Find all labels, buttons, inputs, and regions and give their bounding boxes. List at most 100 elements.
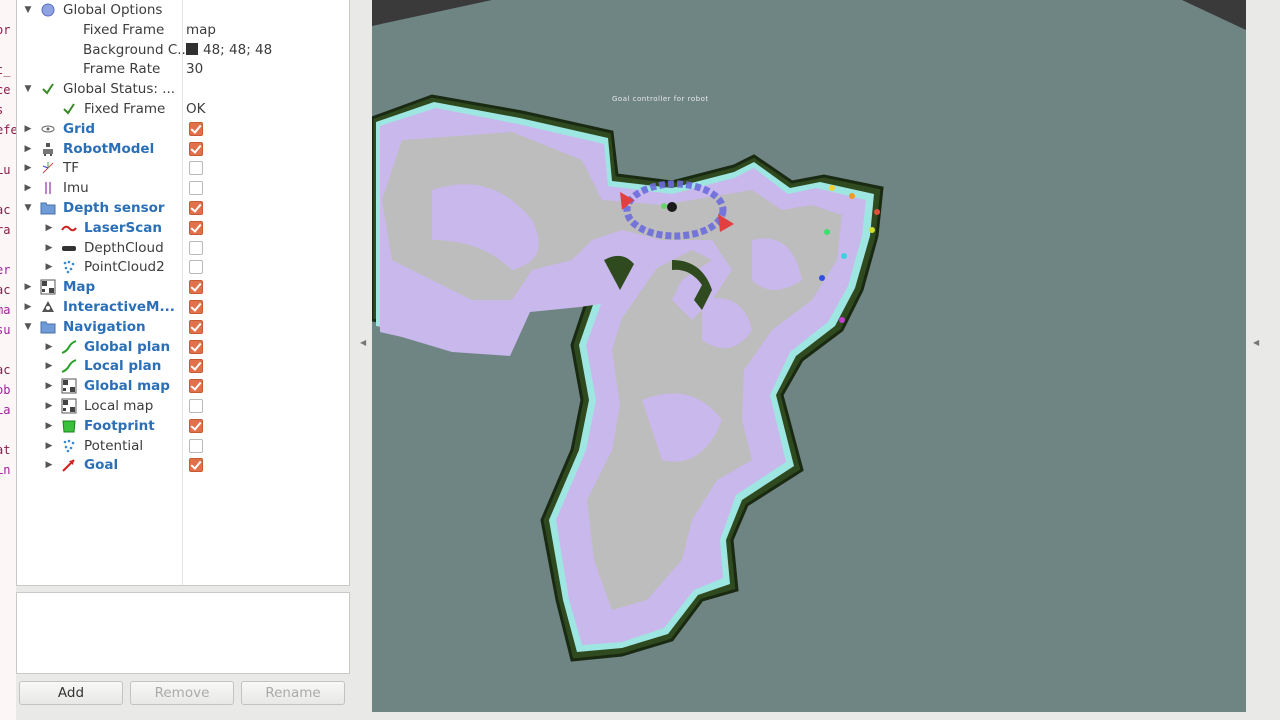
robot-model-icon	[40, 141, 56, 157]
tree-row-interactivem[interactable]: ▶ InteractiveM...	[17, 297, 349, 317]
tree-row-label: Global Status: ...	[63, 81, 176, 98]
tree-row-imu[interactable]: ▶ Imu	[17, 178, 349, 198]
rename-button[interactable]: Rename	[241, 681, 345, 705]
tree-row-grid[interactable]: ▶ Grid	[17, 119, 349, 139]
chevron-down-icon[interactable]: ▼	[23, 4, 33, 16]
chevron-right-icon[interactable]: ▶	[44, 242, 54, 254]
3d-render-view[interactable]: Goal controller for robot	[372, 0, 1246, 712]
enable-checkbox[interactable]	[189, 359, 203, 374]
tree-row-footprint[interactable]: ▶ Footprint	[17, 416, 349, 436]
terminal-line: at	[0, 443, 11, 457]
tree-row-global-map[interactable]: ▶ Global map	[17, 376, 349, 396]
chevron-right-icon[interactable]: ▶	[44, 261, 54, 273]
enable-checkbox[interactable]	[189, 319, 203, 334]
chevron-right-icon[interactable]: ▶	[23, 123, 33, 135]
interactive-marker-icon	[40, 299, 56, 315]
enable-checkbox[interactable]	[189, 121, 203, 136]
chevron-right-icon[interactable]: ▶	[23, 301, 33, 313]
right-panel-splitter[interactable]: ◀	[1246, 0, 1280, 720]
tree-row-global-options[interactable]: ▼ Global Options	[17, 0, 349, 20]
tree-row-label: Global map	[84, 378, 170, 395]
tree-row-pointcloud2[interactable]: ▶ PointCloud2	[17, 257, 349, 277]
tree-row-robotmodel[interactable]: ▶ RobotModel	[17, 139, 349, 159]
property-value[interactable]: 30	[186, 59, 203, 79]
terminal-line: ac	[0, 363, 11, 377]
enable-checkbox[interactable]	[189, 339, 203, 354]
chevron-right-icon[interactable]: ▶	[44, 440, 54, 452]
tree-row-frame-rate[interactable]: Frame Rate 30	[17, 59, 349, 79]
tree-row-label: Local map	[84, 398, 154, 414]
enable-checkbox[interactable]	[189, 300, 203, 314]
property-value[interactable]: map	[186, 20, 216, 40]
tree-row-local-plan[interactable]: ▶ Local plan	[17, 356, 349, 376]
property-value-text: 30	[186, 61, 204, 78]
path-icon	[61, 358, 77, 374]
enable-checkbox[interactable]	[189, 438, 203, 453]
tree-row-local-map[interactable]: ▶ Local map	[17, 396, 349, 416]
goal-arrow-icon	[61, 457, 77, 473]
tree-row-fixed-frame[interactable]: Fixed Frame map	[17, 20, 349, 40]
enable-checkbox[interactable]	[189, 141, 203, 156]
tree-row-depth-sensor[interactable]: ▼ Depth sensor	[17, 198, 349, 218]
chevron-right-icon[interactable]: ▶	[23, 182, 33, 194]
chevron-down-icon[interactable]: ▼	[23, 202, 33, 214]
expand-right-icon[interactable]: ◀	[1253, 338, 1259, 347]
enable-checkbox[interactable]	[189, 458, 203, 473]
enable-checkbox[interactable]	[189, 418, 203, 433]
property-value[interactable]: OK	[186, 99, 205, 119]
tree-row-goal[interactable]: ▶ Goal	[17, 455, 349, 475]
terminal-strip: or t_ce s efe Lu ac ra er ac ma su ac ob La at Ln	[0, 0, 16, 720]
enable-checkbox[interactable]	[189, 181, 203, 196]
enable-checkbox[interactable]	[189, 201, 203, 215]
enable-checkbox[interactable]	[189, 220, 203, 235]
panel-splitter[interactable]: ◀	[352, 0, 372, 712]
chevron-down-icon[interactable]: ▼	[23, 321, 33, 333]
pointcloud-icon	[61, 259, 77, 275]
enable-checkbox[interactable]	[189, 280, 203, 295]
tree-row-background-c[interactable]: Background C... 48; 48; 48	[17, 40, 349, 60]
chevron-right-icon[interactable]: ▶	[44, 459, 54, 471]
property-value[interactable]: 48; 48; 48	[186, 40, 272, 60]
tree-row-laserscan[interactable]: ▶ LaserScan	[17, 218, 349, 238]
tree-row-fixed-frame[interactable]: Fixed Frame OK	[17, 99, 349, 119]
enable-checkbox[interactable]	[189, 379, 203, 394]
tree-row-map[interactable]: ▶ Map	[17, 277, 349, 297]
chevron-right-icon[interactable]: ▶	[23, 162, 33, 174]
enable-checkbox[interactable]	[189, 260, 203, 275]
tf-icon	[40, 160, 56, 176]
remove-button[interactable]: Remove	[130, 681, 234, 705]
chevron-right-icon[interactable]: ▶	[44, 341, 54, 353]
terminal-line: ob	[0, 383, 11, 397]
collapse-left-icon[interactable]: ◀	[360, 338, 366, 347]
map-scene	[372, 0, 1246, 662]
chevron-right-icon[interactable]: ▶	[23, 143, 33, 155]
chevron-right-icon[interactable]: ▶	[44, 380, 54, 392]
chevron-right-icon[interactable]: ▶	[44, 400, 54, 412]
pointcloud-icon	[61, 438, 77, 454]
chevron-right-icon[interactable]: ▶	[23, 281, 33, 293]
chevron-down-icon[interactable]: ▼	[23, 83, 33, 95]
tree-row-global-status[interactable]: ▼ Global Status: ...	[17, 79, 349, 99]
enable-checkbox[interactable]	[189, 161, 203, 176]
tree-row-navigation[interactable]: ▼ Navigation	[17, 317, 349, 337]
tree-row-depthcloud[interactable]: ▶ DepthCloud	[17, 238, 349, 258]
add-button[interactable]: Add	[19, 681, 123, 705]
tree-row-potential[interactable]: ▶ Potential	[17, 436, 349, 456]
enable-checkbox[interactable]	[189, 399, 203, 413]
terminal-line: ac	[0, 203, 11, 217]
laserscan-icon	[61, 220, 77, 236]
view-overlay-text: Goal controller for robot	[612, 95, 709, 103]
grid-icon	[40, 121, 56, 137]
tree-row-global-plan[interactable]: ▶ Global plan	[17, 337, 349, 357]
tree-row-tf[interactable]: ▶ TF	[17, 158, 349, 178]
chevron-right-icon[interactable]: ▶	[44, 222, 54, 234]
chevron-right-icon[interactable]: ▶	[44, 420, 54, 432]
terminal-line: ra	[0, 223, 11, 237]
chevron-right-icon[interactable]: ▶	[44, 360, 54, 372]
tree-row-label: Background C...	[83, 41, 191, 58]
terminal-line: t_	[0, 63, 11, 77]
terminal-line: efe	[0, 123, 16, 137]
enable-checkbox[interactable]	[189, 240, 203, 255]
